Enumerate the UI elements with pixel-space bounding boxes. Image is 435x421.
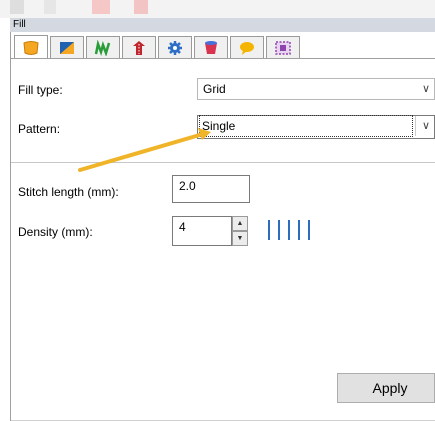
tab-applique[interactable] xyxy=(122,36,156,58)
preview-stitch-line xyxy=(308,220,310,240)
stitch-length-field[interactable]: 2.0 xyxy=(172,175,250,203)
applique-icon xyxy=(133,40,145,55)
section-divider xyxy=(11,162,435,163)
density-spinner: ▲ ▼ xyxy=(232,216,248,246)
apply-button[interactable]: Apply xyxy=(337,373,435,403)
preview-stitch-line xyxy=(288,220,290,240)
tab-fill[interactable] xyxy=(14,35,48,59)
preview-stitch-line xyxy=(278,220,280,240)
chevron-down-icon: ∨ xyxy=(421,83,430,95)
density-field[interactable]: 4 xyxy=(172,216,232,246)
fill-pattern-icon xyxy=(60,41,74,54)
annotation-arrow xyxy=(78,128,211,172)
window-top-strip xyxy=(0,0,435,18)
grid-select-icon xyxy=(275,40,291,55)
chevron-down-icon: ∨ xyxy=(414,116,430,136)
pattern-select[interactable]: Single ∨ xyxy=(197,115,435,139)
settings-gear-icon xyxy=(168,40,182,55)
toolbar-fragment xyxy=(10,0,24,14)
fill-type-select[interactable]: Grid ∨ xyxy=(197,78,435,100)
density-preview xyxy=(268,220,314,240)
tab-color[interactable] xyxy=(194,36,228,58)
motif-fill-icon xyxy=(94,39,111,56)
toolbar-fragment xyxy=(134,0,148,14)
pattern-value: Single xyxy=(199,115,413,137)
fill-type-value: Grid xyxy=(203,82,226,96)
fill-type-label: Fill type: xyxy=(18,83,63,97)
toolbar-fragment xyxy=(92,0,110,14)
speech-bubble-icon xyxy=(240,41,254,55)
stitch-length-label: Stitch length (mm): xyxy=(18,185,119,199)
panel-border xyxy=(10,32,11,421)
color-cup-icon xyxy=(205,40,217,54)
tab-pattern[interactable] xyxy=(50,36,84,58)
toolbar-fragment xyxy=(44,0,56,14)
tab-select[interactable] xyxy=(266,36,300,58)
density-label: Density (mm): xyxy=(18,225,93,239)
preview-stitch-line xyxy=(298,220,300,240)
preview-stitch-line xyxy=(268,220,270,240)
fill-shape-icon xyxy=(23,40,39,55)
tab-baseline xyxy=(11,58,435,59)
spin-up-button[interactable]: ▲ xyxy=(232,216,248,231)
tab-motif[interactable] xyxy=(86,36,120,58)
pattern-label: Pattern: xyxy=(18,122,61,136)
panel-title: Fill xyxy=(10,18,435,32)
spin-down-button[interactable]: ▼ xyxy=(232,231,248,246)
tab-comment[interactable] xyxy=(230,36,264,58)
tab-settings[interactable] xyxy=(158,36,192,58)
